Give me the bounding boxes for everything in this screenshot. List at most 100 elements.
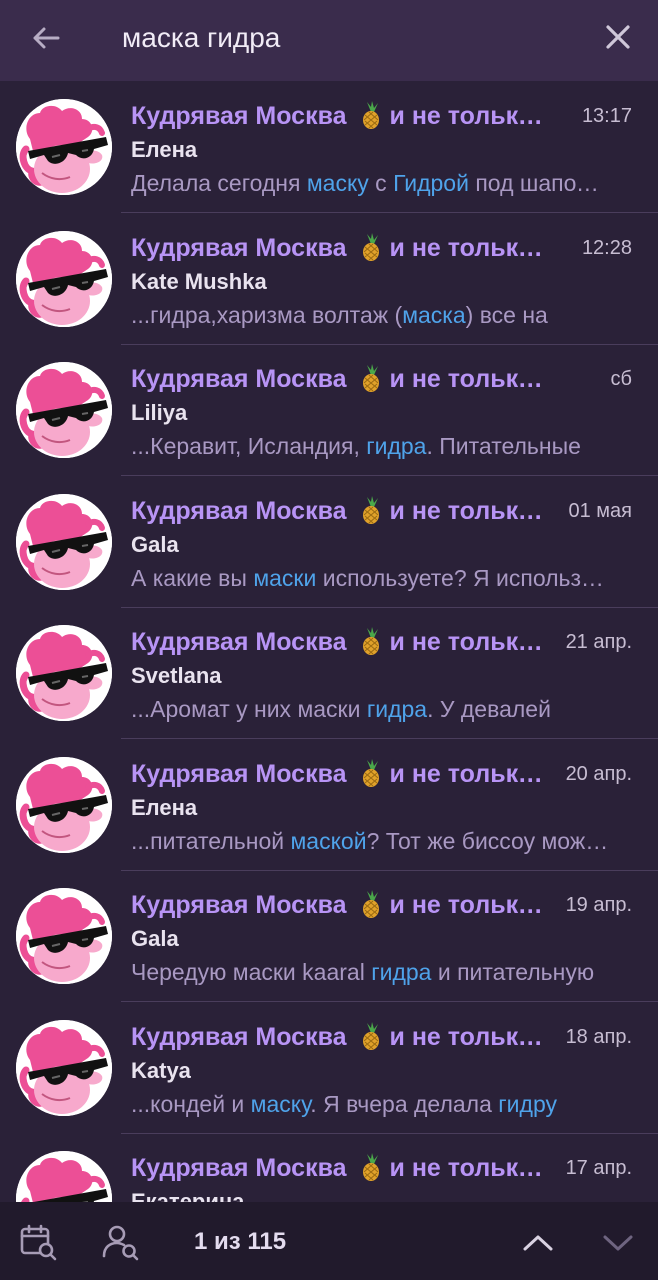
chat-avatar: [16, 1019, 112, 1116]
pineapple-emoji-icon: [347, 495, 390, 525]
message-time: 19 апр.: [565, 894, 632, 916]
search-navigation-bar: 1 из 115: [0, 1202, 658, 1280]
message-sender: Kate Mushka: [131, 268, 267, 294]
snippet-text: . У девалей: [427, 696, 551, 722]
chat-title-suffix: и не только ;): [389, 102, 552, 130]
search-result-row[interactable]: Кудрявая Москва и не только ;) 18 апр. Kat…: [0, 1002, 658, 1134]
snippet-text: ...Аромат у них маски: [131, 696, 367, 722]
message-snippet: ...гидра,харизма волтаж (маска) все на: [131, 299, 609, 331]
chat-avatar: [16, 493, 112, 590]
chat-avatar: [16, 1151, 112, 1202]
user-search-icon[interactable]: [100, 1222, 140, 1262]
snippet-text: и питательную: [431, 959, 595, 985]
message-time: 18 апр.: [565, 1025, 632, 1048]
message-time: 21 апр.: [565, 631, 632, 653]
search-result-row[interactable]: Кудрявая Москва и не только ;) 13:17 Елена…: [0, 81, 658, 213]
message-time: 17 апр.: [565, 1157, 632, 1179]
chat-title-text: Кудрявая Москва: [131, 1022, 347, 1051]
snippet-text: под шапочкой: [468, 170, 609, 196]
message-time: сб: [610, 368, 632, 390]
pineapple-emoji-icon: [347, 364, 390, 393]
message-snippet: ...кондей и маску. Я вчера делала гидру: [131, 1088, 609, 1120]
search-header: маска гидра: [0, 0, 658, 81]
message-snippet: Делала сегодня маску с Гидрой под шапочк…: [131, 167, 609, 199]
snippet-text: ...кондей и: [131, 1090, 251, 1117]
message-sender: Gala: [131, 926, 179, 951]
pineapple-emoji-icon: [347, 101, 390, 130]
search-result-row[interactable]: Кудрявая Москва и не только ;) 19 апр. Gal…: [0, 870, 658, 1002]
snippet-text: используете? Я использую: [316, 564, 609, 591]
message-snippet: ...питательной маской? Тот же биссоу мож…: [131, 825, 609, 857]
snippet-text: . Питательные: [426, 433, 581, 459]
message-sender: Екатерина: [131, 1189, 245, 1202]
highlighted-match: Гидрой: [393, 170, 469, 196]
search-result-row[interactable]: Кудрявая Москва и не только ;) 21 апр. Sve…: [0, 607, 658, 739]
chat-title: Кудрявая Москва и не только ;): [131, 625, 551, 659]
message-snippet: А какие вы маски используете? Я использу…: [131, 562, 609, 594]
snippet-text: ...Керавит, Исландия,: [131, 433, 367, 459]
chat-title-suffix: и не только ;): [389, 365, 552, 393]
search-result-row[interactable]: Кудрявая Москва и не только ;) 12:28 Kate …: [0, 213, 658, 345]
search-result-row[interactable]: Кудрявая Москва и не только ;) сб Liliya..…: [0, 344, 658, 476]
highlighted-match: маски: [253, 564, 317, 591]
result-counter: 1 из 115: [194, 1228, 287, 1255]
pineapple-emoji-icon: [347, 758, 390, 788]
highlighted-match: гидра: [371, 959, 432, 985]
message-sender: Katya: [131, 1057, 191, 1083]
message-time: 01 мая: [568, 499, 632, 522]
search-input[interactable]: маска гидра: [122, 18, 280, 58]
chat-title: Кудрявая Москва и не только ;): [131, 494, 551, 528]
message-sender: Liliya: [131, 400, 188, 425]
pineapple-emoji-icon: [347, 1153, 390, 1182]
chat-title-suffix: и не только ;): [389, 1022, 552, 1051]
close-icon[interactable]: [600, 19, 636, 55]
message-sender: Елена: [131, 794, 198, 820]
message-snippet: ...Керавит, Исландия, гидра. Питательные: [131, 430, 609, 462]
highlighted-match: маску: [250, 1090, 311, 1117]
highlighted-match: гидру: [498, 1090, 557, 1117]
chat-avatar: [16, 625, 112, 721]
snippet-text: ) все на: [465, 301, 548, 328]
snippet-text: . Я вчера делала: [310, 1090, 499, 1117]
snippet-text: ...гидра,харизма волтаж (: [131, 301, 403, 328]
chat-avatar: [16, 99, 112, 195]
chat-title-suffix: и не только ;): [389, 628, 552, 656]
chevron-down-icon[interactable]: [598, 1222, 638, 1262]
chat-avatar: [16, 362, 112, 458]
message-snippet: ...Аромат у них маски гидра. У девалей: [131, 693, 609, 725]
message-time: 13:17: [581, 105, 632, 127]
chat-title: Кудрявая Москва и не только ;): [131, 231, 551, 265]
chat-title: Кудрявая Москва и не только ;): [131, 1020, 551, 1054]
search-result-row[interactable]: Кудрявая Москва и не только ;) 20 апр. Еле…: [0, 739, 658, 871]
chat-title-suffix: и не только ;): [389, 233, 552, 262]
pineapple-emoji-icon: [347, 890, 390, 919]
chat-title: Кудрявая Москва и не только ;): [131, 1151, 551, 1185]
snippet-text: Чередую маски kaaral: [131, 959, 372, 985]
pineapple-emoji-icon: [347, 1021, 390, 1051]
snippet-text: Делала сегодня: [131, 170, 307, 196]
chat-title-text: Кудрявая Москва: [131, 102, 347, 130]
chat-title-text: Кудрявая Москва: [131, 1154, 347, 1182]
chat-title-text: Кудрявая Москва: [131, 759, 347, 788]
search-results-list: Кудрявая Москва и не только ;) 13:17 Елена…: [0, 81, 658, 1202]
calendar-search-icon[interactable]: [18, 1222, 58, 1262]
chat-title-text: Кудрявая Москва: [131, 365, 347, 393]
message-sender: Svetlana: [131, 663, 222, 688]
message-sender: Елена: [131, 137, 198, 162]
message-sender: Gala: [131, 531, 179, 557]
chat-title-text: Кудрявая Москва: [131, 496, 347, 525]
search-result-row[interactable]: Кудрявая Москва и не только ;) 01 мая Gala…: [0, 476, 658, 608]
pineapple-emoji-icon: [347, 627, 390, 656]
highlighted-match: гидра: [366, 433, 427, 459]
chat-title-text: Кудрявая Москва: [131, 628, 347, 656]
chevron-up-icon[interactable]: [518, 1222, 558, 1262]
highlighted-match: маской: [290, 827, 367, 854]
message-time: 12:28: [581, 236, 632, 259]
pineapple-emoji-icon: [347, 232, 390, 262]
chat-title-suffix: и не только ;): [389, 891, 552, 919]
chat-title: Кудрявая Москва и не только ;): [131, 888, 551, 922]
search-result-row[interactable]: Кудрявая Москва и не только ;) 17 апр. Ека…: [0, 1133, 658, 1202]
back-arrow-icon[interactable]: [28, 20, 64, 56]
chat-title-suffix: и не только ;): [389, 1154, 552, 1182]
chat-avatar: [16, 888, 112, 984]
